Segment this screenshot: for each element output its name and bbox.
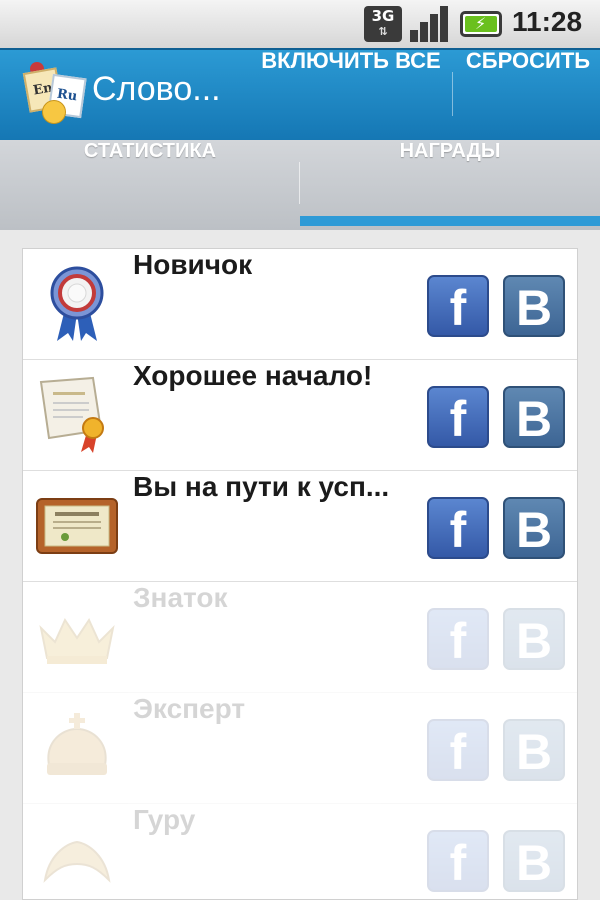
royal-crown-icon [47, 713, 107, 775]
tab-awards[interactable]: НАГРАДЫ [300, 140, 600, 224]
action-bar-divider [452, 72, 453, 116]
smiley-icon [42, 100, 66, 124]
award-row-expert[interactable]: Эксперт f B [23, 693, 577, 804]
app-title: Слово... [92, 70, 221, 108]
award-name: Эксперт [133, 693, 246, 724]
tab-statistics[interactable]: СТАТИСТИКА [0, 140, 300, 224]
vk-share-button[interactable]: B [503, 719, 565, 781]
award-row-guru[interactable]: Гуру f B [23, 804, 577, 899]
facebook-share-button[interactable]: f [427, 608, 489, 670]
facebook-share-button[interactable]: f [427, 275, 489, 337]
award-name: Хорошее начало! [133, 360, 373, 391]
award-name: Гуру [133, 804, 196, 835]
vk-share-button[interactable]: B [503, 497, 565, 559]
award-row-connoisseur[interactable]: Знаток f B [23, 582, 577, 693]
enable-all-button[interactable]: ВКЛЮЧИТЬ ВСЕ [258, 48, 444, 140]
rosette-medal-icon [50, 266, 104, 341]
facebook-share-button[interactable]: f [427, 497, 489, 559]
facebook-share-button[interactable]: f [427, 386, 489, 448]
signal-strength-icon [410, 6, 450, 42]
vk-share-button[interactable]: B [503, 386, 565, 448]
crown-icon [39, 617, 115, 664]
laurel-wreath-icon [43, 840, 111, 883]
selected-tab-indicator [300, 216, 600, 226]
status-time: 11:28 [512, 6, 583, 37]
vk-share-button[interactable]: B [503, 830, 565, 892]
award-name: Знаток [133, 582, 228, 613]
award-name: Вы на пути к усп... [133, 471, 390, 502]
award-name: Новичок [133, 249, 253, 280]
awards-list[interactable]: Новичок f B Хорошее начало! f B Вы на пу… [22, 248, 578, 900]
app-logo-icon[interactable]: En Ru [22, 62, 87, 124]
vk-share-button[interactable]: B [503, 608, 565, 670]
reset-button[interactable]: СБРОСИТЬ [462, 48, 594, 140]
data-arrows-icon: ⇅ [378, 25, 388, 38]
facebook-share-button[interactable]: f [427, 719, 489, 781]
status-bar: 3G ⇅ ⚡ 11:28 [0, 0, 600, 48]
facebook-share-button[interactable]: f [427, 830, 489, 892]
framed-diploma-icon [36, 498, 118, 554]
award-row-on-the-way[interactable]: Вы на пути к усп... f B [23, 471, 577, 582]
network-type-label: 3G [371, 7, 395, 25]
certificate-scroll-icon [39, 376, 104, 453]
battery-charging-icon: ⚡ [460, 11, 502, 37]
vk-share-button[interactable]: B [503, 275, 565, 337]
network-3g-icon: 3G ⇅ [364, 6, 402, 42]
award-row-novice[interactable]: Новичок f B [23, 249, 577, 360]
award-row-good-start[interactable]: Хорошее начало! f B [23, 360, 577, 471]
